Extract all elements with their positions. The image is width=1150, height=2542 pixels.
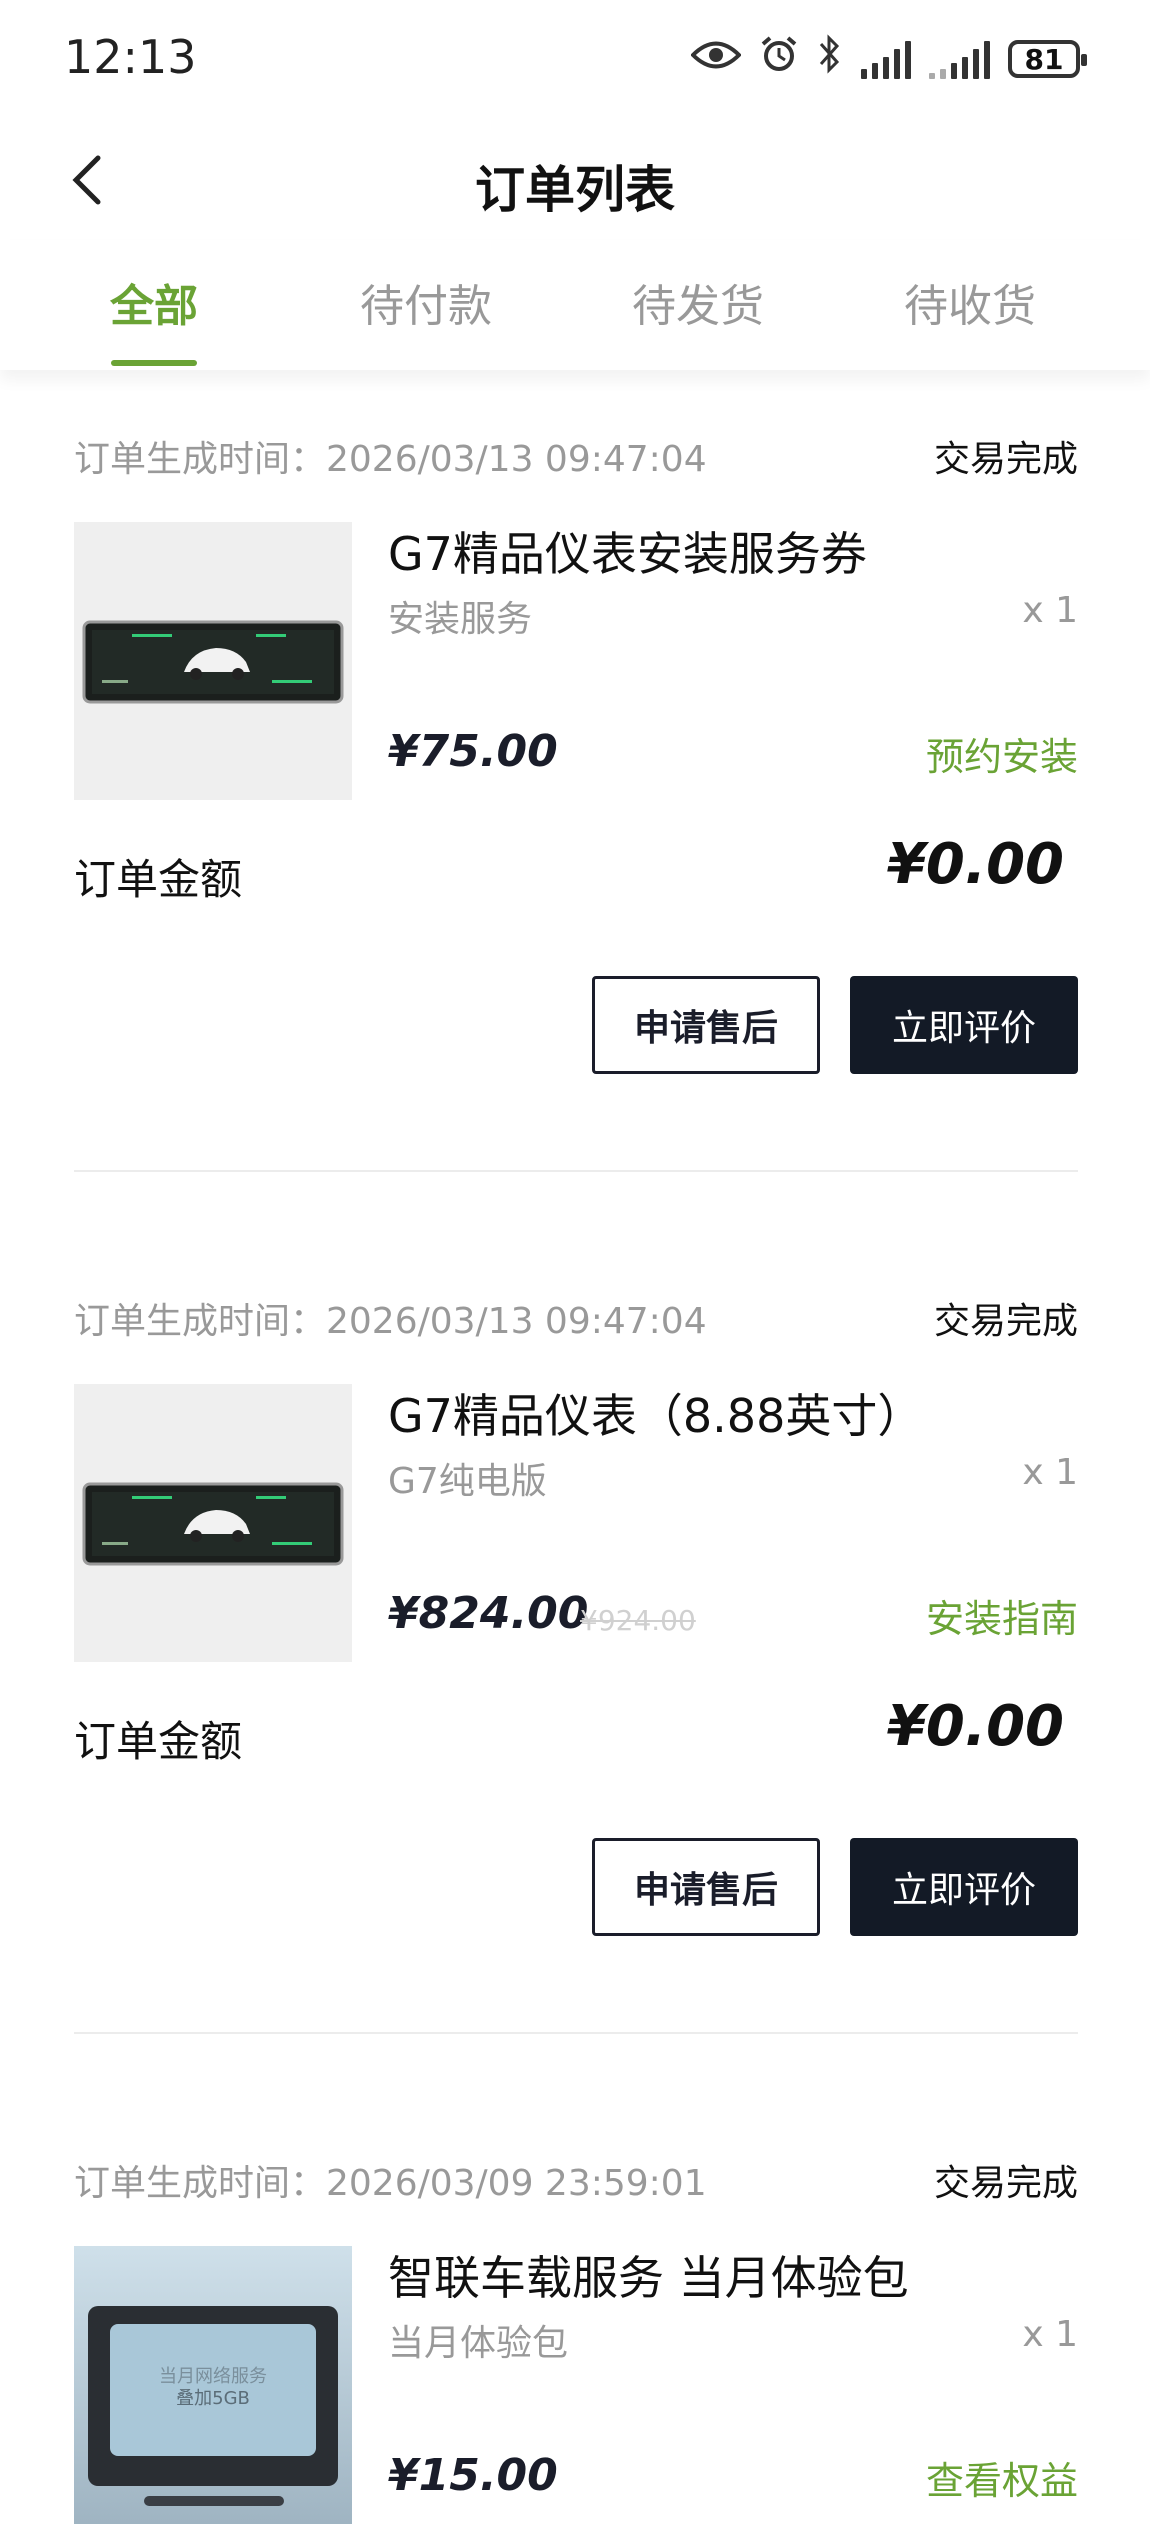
order-amount-label: 订单金额 (74, 855, 243, 904)
thumb-caption-2: 叠加5GB (176, 2388, 250, 2409)
signal-icon-2 (929, 39, 990, 79)
after-sale-button[interactable]: 申请售后 (592, 976, 820, 1074)
order-status: 交易完成 (933, 1301, 1078, 1342)
product-spec: G7纯电版 (388, 1461, 547, 1502)
divider (74, 2032, 1078, 2034)
page-title: 订单列表 (475, 161, 675, 219)
book-installation-link[interactable]: 预约安装 (926, 726, 1078, 781)
order-time: 订单生成时间：2026/03/13 09:47:04 (74, 1301, 707, 1342)
tab-all[interactable]: 全部 (18, 270, 290, 334)
product-image[interactable] (74, 1384, 352, 1662)
product-spec: 安装服务 (388, 599, 533, 640)
tab-pending-payment[interactable]: 待付款 (290, 270, 562, 334)
order-status: 交易完成 (933, 2163, 1078, 2204)
header: 订单列表 (0, 120, 1150, 240)
status-bar: 12:13 81 (0, 0, 1150, 120)
order-card: 订单生成时间：2026/03/13 09:47:04 交易完成 G7精品仪表（8… (74, 1292, 1078, 2052)
product-name: G7精品仪表安装服务券 (388, 527, 867, 581)
signal-icon (861, 39, 911, 79)
product-price: ¥824.00 (388, 1588, 589, 1639)
battery-icon: 81 (1008, 40, 1087, 78)
original-price: ¥924.00 (580, 1604, 696, 1637)
installation-guide-link[interactable]: 安装指南 (926, 1588, 1078, 1643)
tab-pending-shipment[interactable]: 待发货 (562, 270, 834, 334)
order-amount-label: 订单金额 (74, 1717, 243, 1766)
divider (74, 1170, 1078, 1172)
product-spec: 当月体验包 (388, 2323, 569, 2364)
after-sale-button[interactable]: 申请售后 (592, 1838, 820, 1936)
tab-active-indicator (111, 360, 197, 366)
review-button[interactable]: 立即评价 (850, 1838, 1078, 1936)
product-image[interactable] (74, 522, 352, 800)
product-quantity: x 1 (1022, 2314, 1078, 2355)
order-time: 订单生成时间：2026/03/09 23:59:01 (74, 2163, 707, 2204)
status-icons: 81 (690, 34, 1087, 84)
product-name: G7精品仪表（8.88英寸） (388, 1389, 924, 1443)
order-amount: ¥0.00 (886, 832, 1064, 897)
order-amount: ¥0.00 (886, 1694, 1064, 1759)
tab-bar: 全部 待付款 待发货 待收货 (0, 240, 1150, 370)
order-time: 订单生成时间：2026/03/13 09:47:04 (74, 439, 707, 480)
product-image[interactable]: 当月网络服务 叠加5GB (74, 2246, 352, 2524)
status-time: 12:13 (64, 30, 197, 84)
product-quantity: x 1 (1022, 590, 1078, 631)
order-status: 交易完成 (933, 439, 1078, 480)
bluetooth-icon (817, 34, 843, 84)
order-card: 订单生成时间：2026/03/09 23:59:01 交易完成 当月网络服务 叠… (74, 2154, 1078, 2542)
view-benefits-link[interactable]: 查看权益 (926, 2450, 1078, 2505)
tab-pending-receipt[interactable]: 待收货 (834, 270, 1106, 334)
product-quantity: x 1 (1022, 1452, 1078, 1493)
order-card: 订单生成时间：2026/03/13 09:47:04 交易完成 G7精品仪表安装… (74, 430, 1078, 1190)
product-name: 智联车载服务 当月体验包 (388, 2251, 909, 2305)
review-button[interactable]: 立即评价 (850, 976, 1078, 1074)
eye-icon (690, 36, 742, 82)
product-price: ¥15.00 (388, 2450, 558, 2501)
alarm-icon (759, 34, 799, 84)
product-price: ¥75.00 (388, 726, 558, 777)
